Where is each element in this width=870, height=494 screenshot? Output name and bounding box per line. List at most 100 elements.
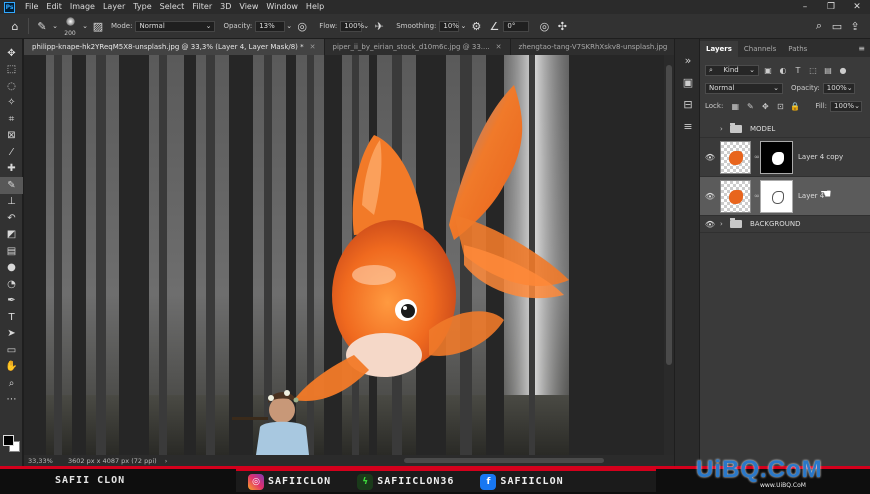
- pressure-size-icon[interactable]: ◎: [535, 17, 553, 35]
- color-swatches[interactable]: [3, 435, 21, 453]
- opacity-input[interactable]: 13%: [255, 20, 286, 32]
- brush-settings-icon[interactable]: ▨: [89, 17, 107, 35]
- adjustments-icon[interactable]: ≡: [675, 115, 701, 137]
- angle-icon[interactable]: ∠: [485, 17, 503, 35]
- chevron-right-icon[interactable]: ›: [720, 125, 730, 133]
- social-other[interactable]: ϟ SAFIICLON36: [357, 473, 454, 490]
- filter-kind-select[interactable]: ⌕ Kind ⌄: [705, 64, 759, 76]
- chevron-right-icon[interactable]: ›: [165, 457, 168, 465]
- airbrush-icon[interactable]: ✈: [370, 17, 388, 35]
- history-brush-tool-icon[interactable]: ↶: [0, 210, 23, 227]
- rectangle-tool-icon[interactable]: ▭: [0, 342, 23, 359]
- symmetry-icon[interactable]: ✣: [553, 17, 571, 35]
- path-select-tool-icon[interactable]: ➤: [0, 326, 23, 343]
- dodge-tool-icon[interactable]: ◔: [0, 276, 23, 293]
- share-icon[interactable]: ⇪: [846, 17, 864, 35]
- flow-input[interactable]: 100%: [340, 20, 364, 32]
- hand-tool-icon[interactable]: ✋: [0, 359, 23, 376]
- layer-row-layer-4[interactable]: 👁 ∞ Layer 4: [700, 177, 870, 216]
- layer-opacity-input[interactable]: 100% ⌄: [822, 82, 855, 94]
- foreground-color[interactable]: [3, 435, 14, 446]
- crop-tool-icon[interactable]: ⌗: [0, 111, 23, 128]
- eraser-tool-icon[interactable]: ◩: [0, 227, 23, 244]
- layer-mask-thumbnail[interactable]: [760, 140, 793, 174]
- pen-tool-icon[interactable]: ✒: [0, 293, 23, 310]
- chevron-down-icon[interactable]: ⌄: [285, 17, 293, 35]
- menu-image[interactable]: Image: [66, 0, 99, 14]
- more-tools-icon[interactable]: ⋯: [0, 392, 23, 409]
- tab-document-3[interactable]: zhengtao-tang-V7SKRhXskv8-unsplash.jpg ✕: [510, 39, 689, 55]
- close-icon[interactable]: ✕: [496, 43, 502, 51]
- lock-all-icon[interactable]: 🔒: [789, 101, 801, 112]
- filter-shape-icon[interactable]: ⬚: [807, 65, 819, 76]
- brush-preset-picker[interactable]: 200: [59, 15, 81, 37]
- zoom-tool-icon[interactable]: ⌕: [0, 375, 23, 392]
- scrollbar-thumb[interactable]: [666, 65, 672, 365]
- lasso-tool-icon[interactable]: ◌: [0, 78, 23, 95]
- healing-brush-tool-icon[interactable]: ✚: [0, 161, 23, 178]
- eye-icon[interactable]: 👁: [700, 220, 720, 229]
- filter-smart-object-icon[interactable]: ▤: [822, 65, 834, 76]
- lock-artboard-icon[interactable]: ⊡: [774, 101, 786, 112]
- search-icon[interactable]: ⌕: [810, 17, 828, 35]
- layer-group-model[interactable]: › MODEL: [700, 121, 870, 138]
- panel-menu-icon[interactable]: ≡: [858, 44, 865, 53]
- layer-row-layer-4-copy[interactable]: 👁 ∞ Layer 4 copy: [700, 138, 870, 177]
- vertical-scrollbar[interactable]: [664, 55, 674, 455]
- tab-document-1[interactable]: philipp-knape-hk2YReqM5X8-unsplash.jpg @…: [24, 39, 325, 55]
- eye-icon[interactable]: 👁: [700, 153, 720, 162]
- menu-3d[interactable]: 3D: [216, 0, 235, 14]
- lock-transparent-icon[interactable]: ▦: [729, 101, 741, 112]
- tab-layers[interactable]: Layers: [700, 41, 738, 57]
- menu-help[interactable]: Help: [302, 0, 328, 14]
- workspace-icon[interactable]: ▭: [828, 17, 846, 35]
- quick-select-tool-icon[interactable]: ✧: [0, 95, 23, 112]
- menu-filter[interactable]: Filter: [188, 0, 216, 14]
- gradient-tool-icon[interactable]: ▤: [0, 243, 23, 260]
- eyedropper-tool-icon[interactable]: ⁄: [0, 144, 23, 161]
- frame-tool-icon[interactable]: ⊠: [0, 128, 23, 145]
- menu-type[interactable]: Type: [129, 0, 155, 14]
- chevron-down-icon[interactable]: ⌄: [459, 17, 467, 35]
- home-icon[interactable]: ⌂: [6, 17, 24, 35]
- horizontal-scrollbar[interactable]: [404, 458, 604, 463]
- layer-mask-thumbnail[interactable]: [760, 179, 793, 213]
- blur-tool-icon[interactable]: ●: [0, 260, 23, 277]
- minimize-icon[interactable]: –: [792, 0, 818, 14]
- close-icon[interactable]: ✕: [844, 0, 870, 14]
- menu-edit[interactable]: Edit: [42, 0, 66, 14]
- tab-paths[interactable]: Paths: [782, 41, 813, 57]
- maximize-icon[interactable]: ❐: [818, 0, 844, 14]
- chevron-right-icon[interactable]: ›: [720, 220, 730, 228]
- chevron-down-icon[interactable]: ⌄: [362, 17, 370, 35]
- filter-toggle-icon[interactable]: ●: [837, 65, 849, 76]
- marquee-tool-icon[interactable]: ⬚: [0, 62, 23, 79]
- menu-select[interactable]: Select: [156, 0, 189, 14]
- social-facebook[interactable]: f SAFIICLON: [480, 473, 563, 490]
- blend-mode-select[interactable]: Normal ⌄: [705, 82, 783, 94]
- chevron-down-icon[interactable]: ⌄: [81, 17, 89, 35]
- type-tool-icon[interactable]: T: [0, 309, 23, 326]
- zoom-level[interactable]: 33,33%: [24, 457, 54, 465]
- properties-icon[interactable]: ⊟: [675, 93, 701, 115]
- move-tool-icon[interactable]: ✥: [0, 45, 23, 62]
- social-instagram[interactable]: ◎ SAFIICLON: [248, 473, 331, 490]
- menu-file[interactable]: File: [21, 0, 42, 14]
- clone-stamp-tool-icon[interactable]: ⊥: [0, 194, 23, 211]
- close-icon[interactable]: ✕: [310, 43, 316, 51]
- layer-group-background[interactable]: 👁 › BACKGROUND: [700, 216, 870, 233]
- menu-layer[interactable]: Layer: [99, 0, 129, 14]
- eye-icon[interactable]: 👁: [700, 192, 720, 201]
- gear-icon[interactable]: ⚙: [467, 17, 485, 35]
- filter-pixel-icon[interactable]: ▣: [762, 65, 774, 76]
- brush-tool-icon[interactable]: ✎: [0, 177, 23, 194]
- libraries-icon[interactable]: ▣: [675, 71, 701, 93]
- filter-adjustment-icon[interactable]: ◐: [777, 65, 789, 76]
- filter-type-icon[interactable]: T: [792, 65, 804, 76]
- mode-select[interactable]: Normal ⌄: [135, 20, 216, 32]
- menu-window[interactable]: Window: [262, 0, 302, 14]
- pressure-opacity-icon[interactable]: ◎: [293, 17, 311, 35]
- lock-pixels-icon[interactable]: ✎: [744, 101, 756, 112]
- chevron-down-icon[interactable]: ⌄: [51, 17, 59, 35]
- panel-toggle-icon[interactable]: »: [675, 49, 701, 71]
